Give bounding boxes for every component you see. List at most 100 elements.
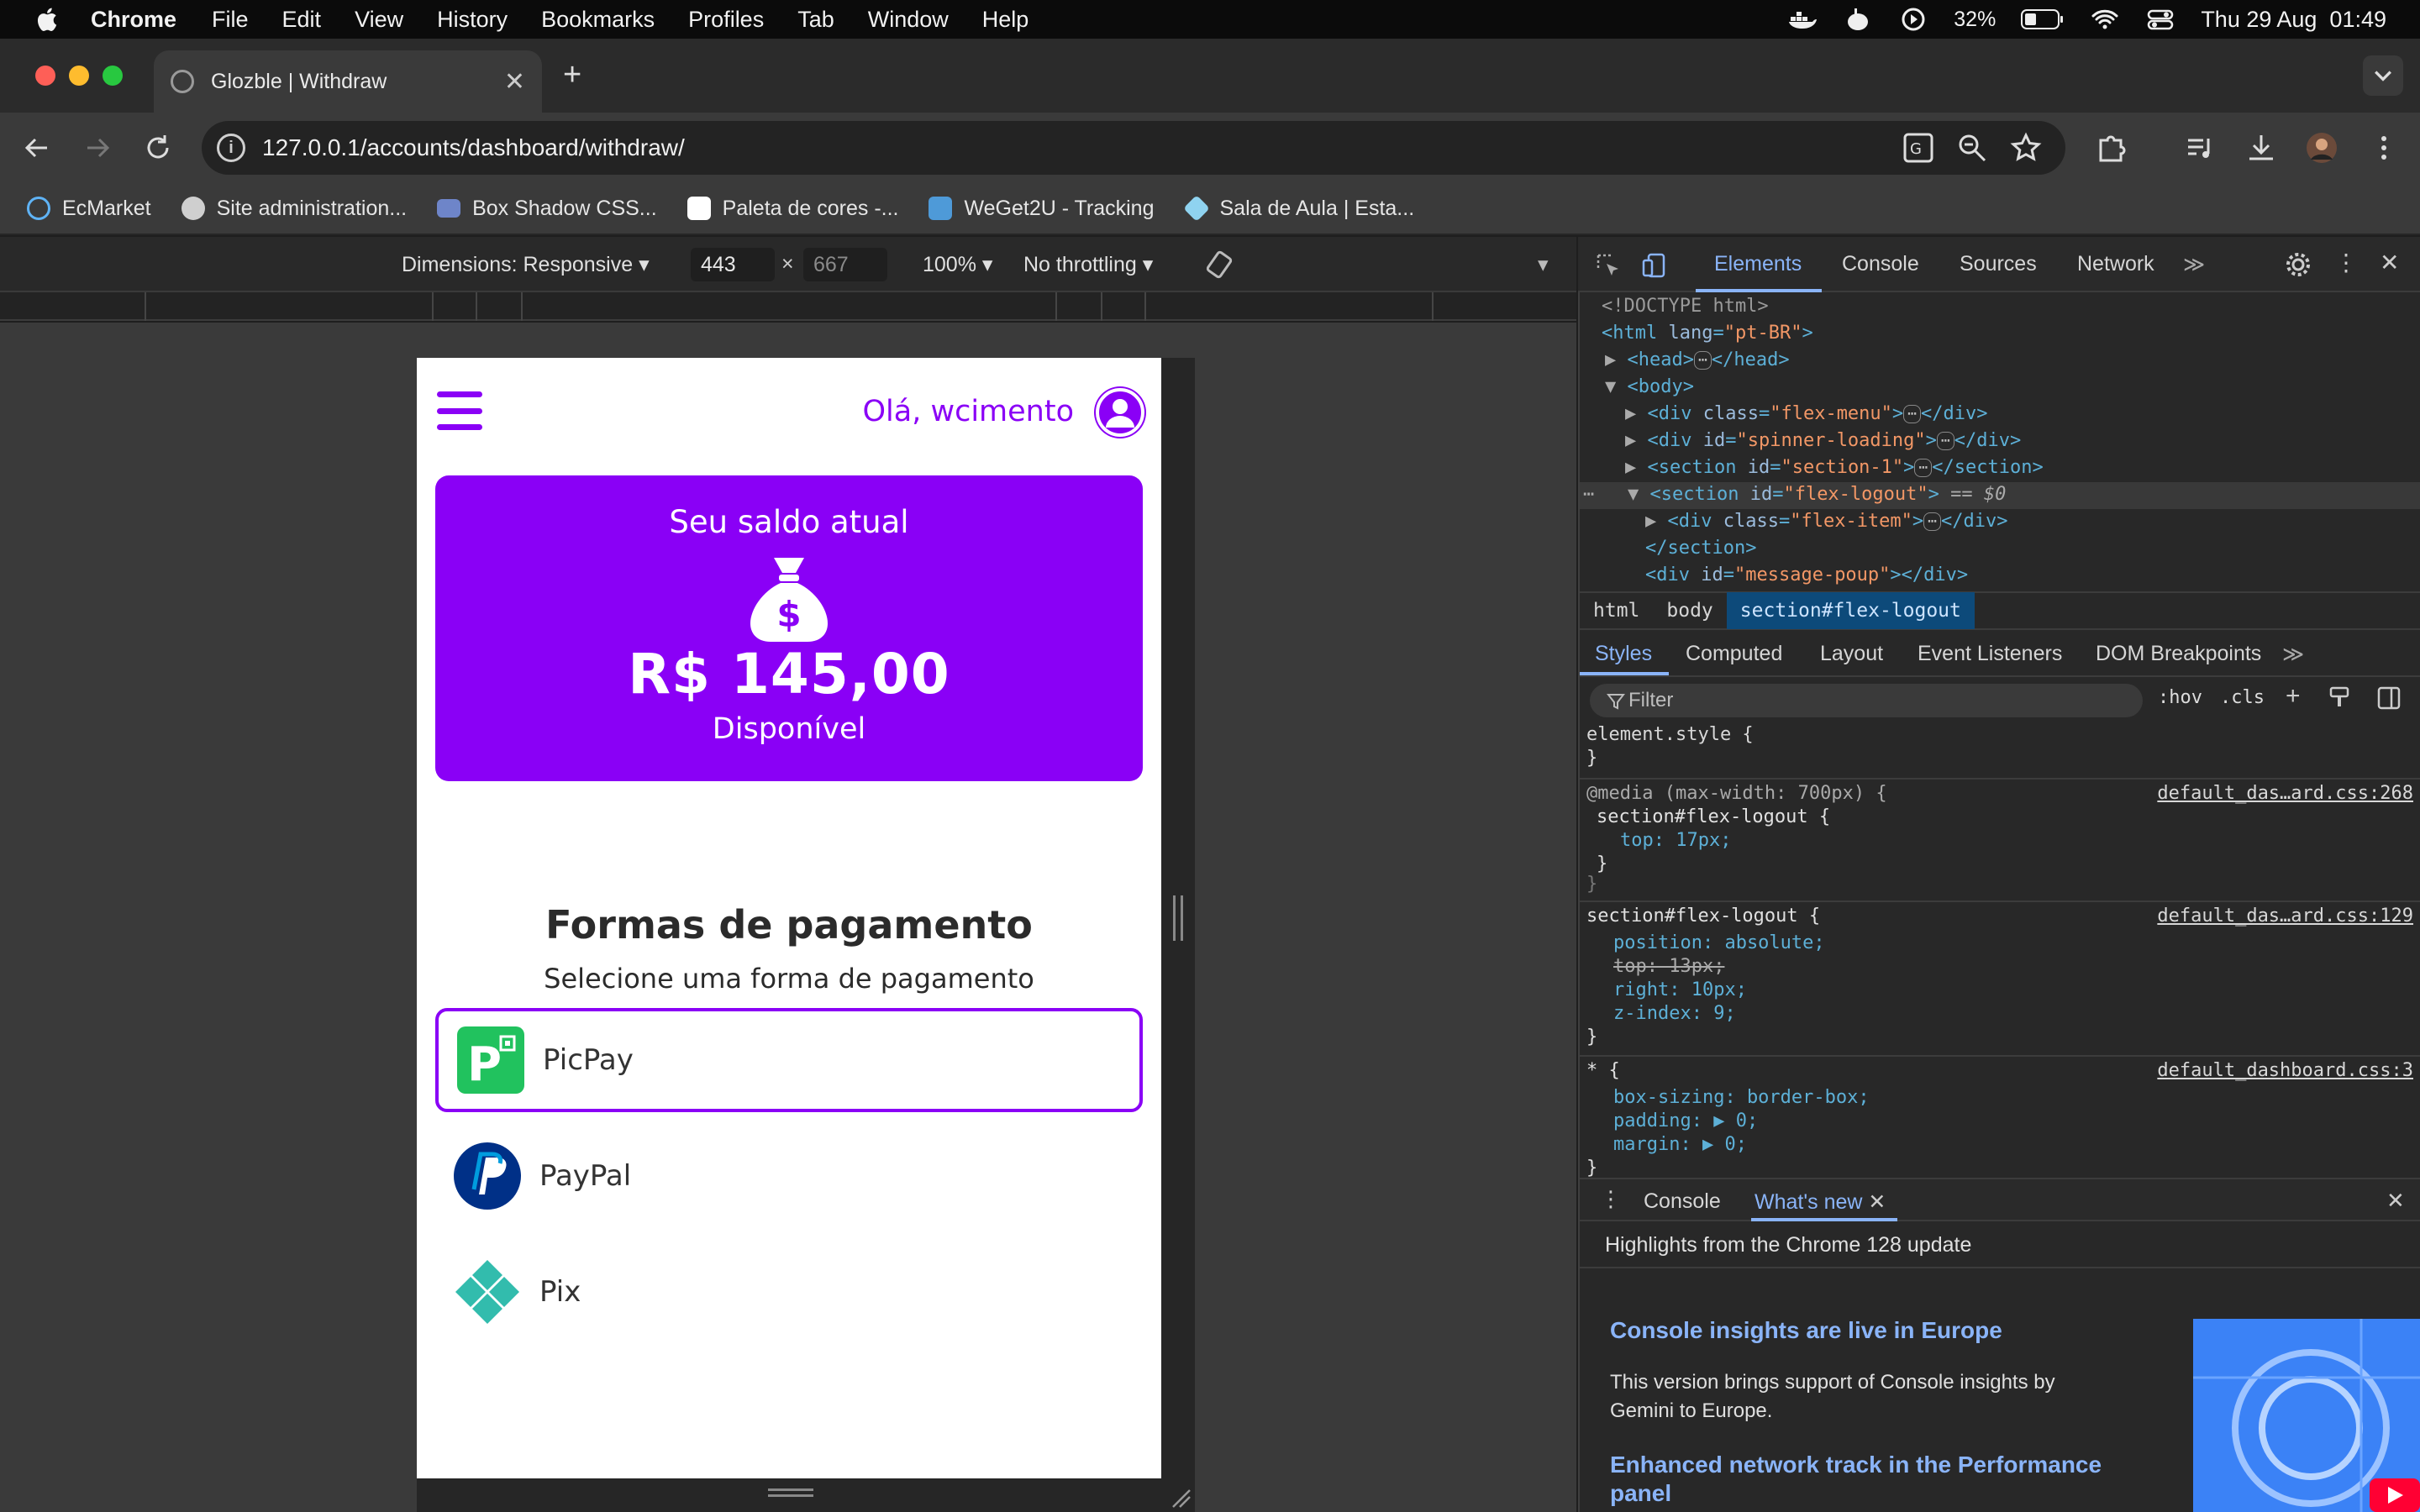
breadcrumb-section[interactable]: section#flex-logout — [1726, 592, 1975, 629]
media-control-icon[interactable] — [2185, 132, 2217, 164]
docker-icon[interactable] — [1787, 7, 1818, 32]
devtools-close-icon[interactable]: ✕ — [2380, 249, 2399, 276]
wifi-icon[interactable] — [2090, 7, 2120, 32]
ruler-tick[interactable] — [432, 292, 434, 321]
throttling-select[interactable]: No throttling ▾ — [1023, 252, 1153, 277]
profile-avatar[interactable] — [2306, 132, 2338, 164]
control-center-icon[interactable] — [2145, 7, 2175, 32]
drawer-menu-icon[interactable]: ⋮ — [1600, 1186, 1622, 1212]
address-bar[interactable]: i 127.0.0.1/accounts/dashboard/withdraw/ — [202, 121, 2065, 175]
rule-declaration[interactable]: box-sizing: border-box; — [1613, 1087, 1870, 1108]
dom-node-flex-menu[interactable]: ▶ <div class="flex-menu"> ⋯ </div> — [1625, 403, 1988, 430]
ruler-tick[interactable] — [1055, 292, 1057, 321]
download-icon[interactable] — [2245, 132, 2277, 164]
window-minimize-button[interactable] — [69, 66, 89, 86]
bookmark-weget2u[interactable]: WeGet2U - Tracking — [929, 197, 1155, 221]
device-options-icon[interactable]: ▾ — [1538, 252, 1549, 277]
paint-brush-icon[interactable] — [2328, 685, 2353, 711]
rule-declaration[interactable]: margin: ▶ 0; — [1613, 1134, 1747, 1155]
tab-console[interactable]: Console — [1842, 252, 1919, 276]
menu-profiles[interactable]: Profiles — [688, 7, 764, 33]
tab-sources[interactable]: Sources — [1960, 252, 2037, 276]
tab-styles[interactable]: Styles — [1595, 642, 1652, 666]
payment-option-picpay[interactable]: P PicPay — [435, 1008, 1143, 1112]
bookmark-paleta[interactable]: Paleta de cores -... — [687, 197, 898, 221]
drawer-tab-whats-new[interactable]: What's new ✕ — [1754, 1189, 1886, 1215]
device-toggle-icon[interactable] — [1642, 252, 1669, 279]
menu-app-name[interactable]: Chrome — [91, 7, 176, 33]
ruler-tick[interactable] — [1144, 292, 1146, 321]
apple-icon[interactable] — [34, 6, 59, 33]
coffee-icon[interactable] — [1843, 7, 1873, 32]
back-icon[interactable] — [22, 133, 52, 163]
rule-declaration[interactable]: position: absolute; — [1613, 932, 1825, 953]
rule-source-link[interactable]: default_dashboard.css:3 — [2157, 1060, 2413, 1081]
forward-icon[interactable] — [82, 133, 113, 163]
play-circle-icon[interactable] — [1898, 7, 1928, 32]
clock[interactable]: Thu 29 Aug 01:49 — [2201, 7, 2386, 33]
rule-source-link[interactable]: default_das…ard.css:268 — [2157, 783, 2413, 804]
styles-filter-input[interactable]: Filter — [1590, 684, 2143, 717]
menu-view[interactable]: View — [355, 7, 403, 33]
bookmark-star-icon[interactable] — [2010, 132, 2042, 164]
dom-node-flex-item[interactable]: ▶ <div class="flex-item"> ⋯ </div> — [1645, 511, 2008, 538]
window-close-button[interactable] — [35, 66, 55, 86]
rule-declaration[interactable]: padding: ▶ 0; — [1613, 1110, 1758, 1131]
tab-network[interactable]: Network — [2077, 252, 2154, 276]
breadcrumb-html[interactable]: html — [1580, 592, 1653, 629]
rule-source-link[interactable]: default_das…ard.css:129 — [2157, 906, 2413, 927]
ruler-tick[interactable] — [1101, 292, 1102, 321]
dom-node-body[interactable]: ▼ <body> — [1605, 376, 1694, 403]
drawer-tab-close-icon[interactable]: ✕ — [1868, 1190, 1886, 1214]
rule-declaration-overridden[interactable]: top: 13px; — [1613, 956, 1724, 977]
whats-new-thumbnail[interactable] — [2193, 1319, 2420, 1512]
dom-node-section-1[interactable]: ▶ <section id="section-1"> ⋯ </section> — [1625, 457, 2044, 484]
rule-element-style[interactable]: element.style { — [1586, 724, 1754, 745]
menu-file[interactable]: File — [212, 7, 249, 33]
payment-option-pix[interactable]: Pix — [435, 1240, 1143, 1344]
menu-window[interactable]: Window — [868, 7, 949, 33]
dom-node-spinner[interactable]: ▶ <div id="spinner-loading"> ⋯ </div> — [1625, 430, 2021, 457]
rule-declaration[interactable]: right: 10px; — [1613, 979, 1747, 1000]
zoom-select[interactable]: 100% ▾ — [923, 252, 992, 277]
ruler-tick[interactable] — [145, 292, 146, 321]
menu-help[interactable]: Help — [982, 7, 1029, 33]
site-info-icon[interactable]: i — [217, 134, 245, 162]
device-resize-handle-bottom[interactable] — [417, 1478, 1195, 1512]
url-text[interactable]: 127.0.0.1/accounts/dashboard/withdraw/ — [262, 134, 685, 161]
settings-gear-icon[interactable] — [2284, 250, 2312, 279]
inspect-element-icon[interactable] — [1595, 252, 1622, 279]
tab-layout[interactable]: Layout — [1820, 642, 1883, 666]
payment-option-paypal[interactable]: PayPal — [435, 1124, 1143, 1228]
zoom-icon[interactable] — [1956, 132, 1988, 164]
ruler-tick[interactable] — [1432, 292, 1434, 321]
dom-node-section-close[interactable]: </section> — [1645, 538, 1756, 564]
rule-declaration[interactable]: top: 17px; — [1620, 830, 1731, 851]
whats-new-heading-1[interactable]: Console insights are live in Europe — [1610, 1317, 2002, 1344]
tab-elements[interactable]: Elements — [1714, 252, 1802, 276]
devtools-kebab-icon[interactable]: ⋮ — [2334, 249, 2358, 276]
rule-selector[interactable]: section#flex-logout { — [1597, 806, 1830, 827]
bookmark-sala-de-aula[interactable]: Sala de Aula | Esta... — [1182, 195, 1414, 222]
dom-node-head[interactable]: ▶ <head> ⋯ </head> — [1605, 349, 1790, 376]
more-style-tabs-icon[interactable]: ≫ — [2282, 642, 2304, 667]
hov-toggle[interactable]: :hov — [2158, 687, 2202, 708]
kebab-menu-icon[interactable] — [2368, 132, 2400, 164]
extensions-icon[interactable] — [2096, 132, 2128, 164]
drawer-close-icon[interactable]: ✕ — [2386, 1188, 2405, 1214]
browser-tab-active[interactable]: Glozble | Withdraw ✕ — [154, 50, 542, 113]
user-avatar-icon[interactable] — [1094, 386, 1146, 438]
dom-node-html[interactable]: <html lang="pt-BR"> — [1602, 323, 1813, 349]
menu-tab[interactable]: Tab — [797, 7, 834, 33]
reload-icon[interactable] — [143, 133, 173, 163]
cls-toggle[interactable]: .cls — [2220, 687, 2265, 708]
menu-history[interactable]: History — [437, 7, 508, 33]
bookmark-site-admin[interactable]: Site administration... — [181, 197, 407, 221]
ruler-tick[interactable] — [476, 292, 477, 321]
rule-declaration[interactable]: z-index: 9; — [1613, 1003, 1736, 1024]
whats-new-heading-2b[interactable]: panel — [1610, 1480, 1671, 1507]
tab-dom-breakpoints[interactable]: DOM Breakpoints — [2096, 642, 2261, 666]
tab-computed[interactable]: Computed — [1686, 642, 1782, 666]
breadcrumb-body[interactable]: body — [1653, 592, 1726, 629]
dimensions-select[interactable]: Dimensions: Responsive ▾ — [402, 252, 650, 277]
